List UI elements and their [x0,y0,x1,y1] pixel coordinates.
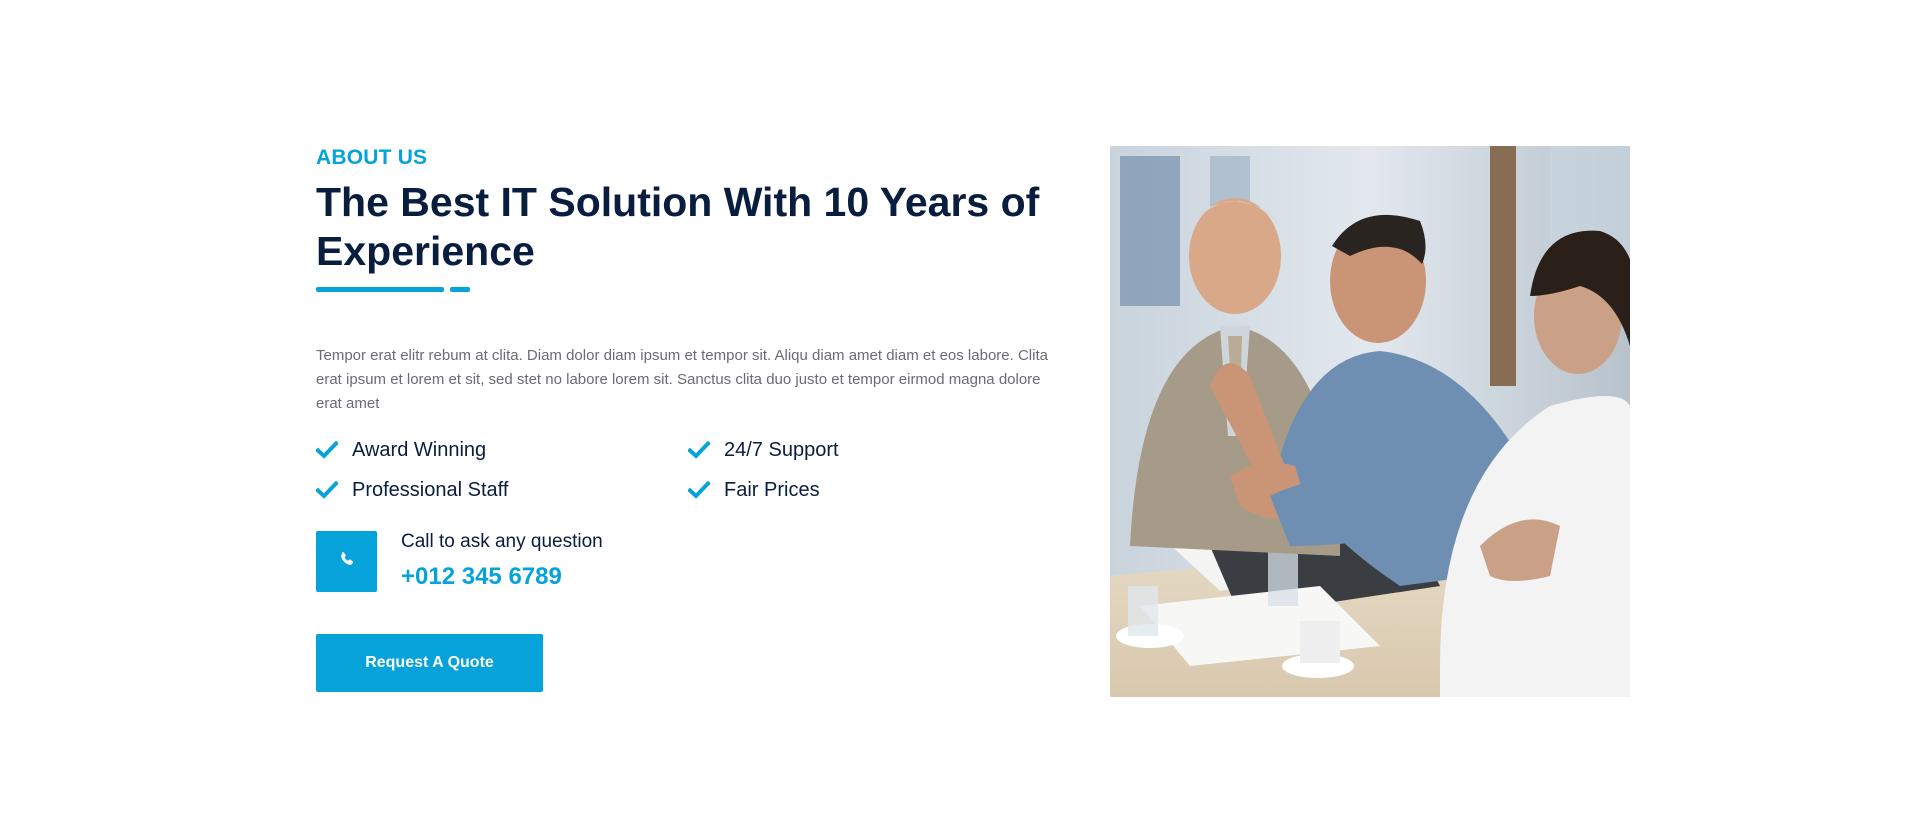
feature-label: Award Winning [352,439,487,461]
call-label: Call to ask any question [401,531,603,552]
call-block: Call to ask any question +012 345 6789 [316,530,1056,592]
title-underline [316,287,1056,293]
feature-item: Professional Staff [315,478,688,502]
phone-icon-box[interactable] [316,530,377,592]
check-icon [315,440,339,459]
underline-bar-long [316,287,444,292]
underline-bar-short [450,287,470,292]
feature-label: Fair Prices [724,479,820,501]
about-content: ABOUT US The Best IT Solution With 10 Ye… [315,146,1056,692]
feature-list: Award Winning 24/7 Support Professional … [315,438,1056,502]
feature-label: Professional Staff [352,479,509,501]
call-number[interactable]: +012 345 6789 [401,562,603,592]
business-meeting-photo [1110,146,1630,697]
check-icon [687,480,711,499]
section-title: The Best IT Solution With 10 Years of Ex… [316,179,1040,274]
section-eyebrow: ABOUT US [316,146,428,169]
check-icon [315,480,339,499]
feature-label: 24/7 Support [724,439,839,461]
feature-item: Fair Prices [687,478,1056,502]
feature-item: 24/7 Support [687,438,1056,462]
about-paragraph: Tempor erat elitr rebum at clita. Diam d… [316,347,1048,412]
feature-item: Award Winning [315,438,688,462]
call-text: Call to ask any question +012 345 6789 [401,530,603,592]
phone-icon [339,551,355,572]
request-quote-button[interactable]: Request A Quote [316,634,543,692]
about-section: ABOUT US The Best IT Solution With 10 Ye… [0,0,1920,823]
check-icon [687,440,711,459]
